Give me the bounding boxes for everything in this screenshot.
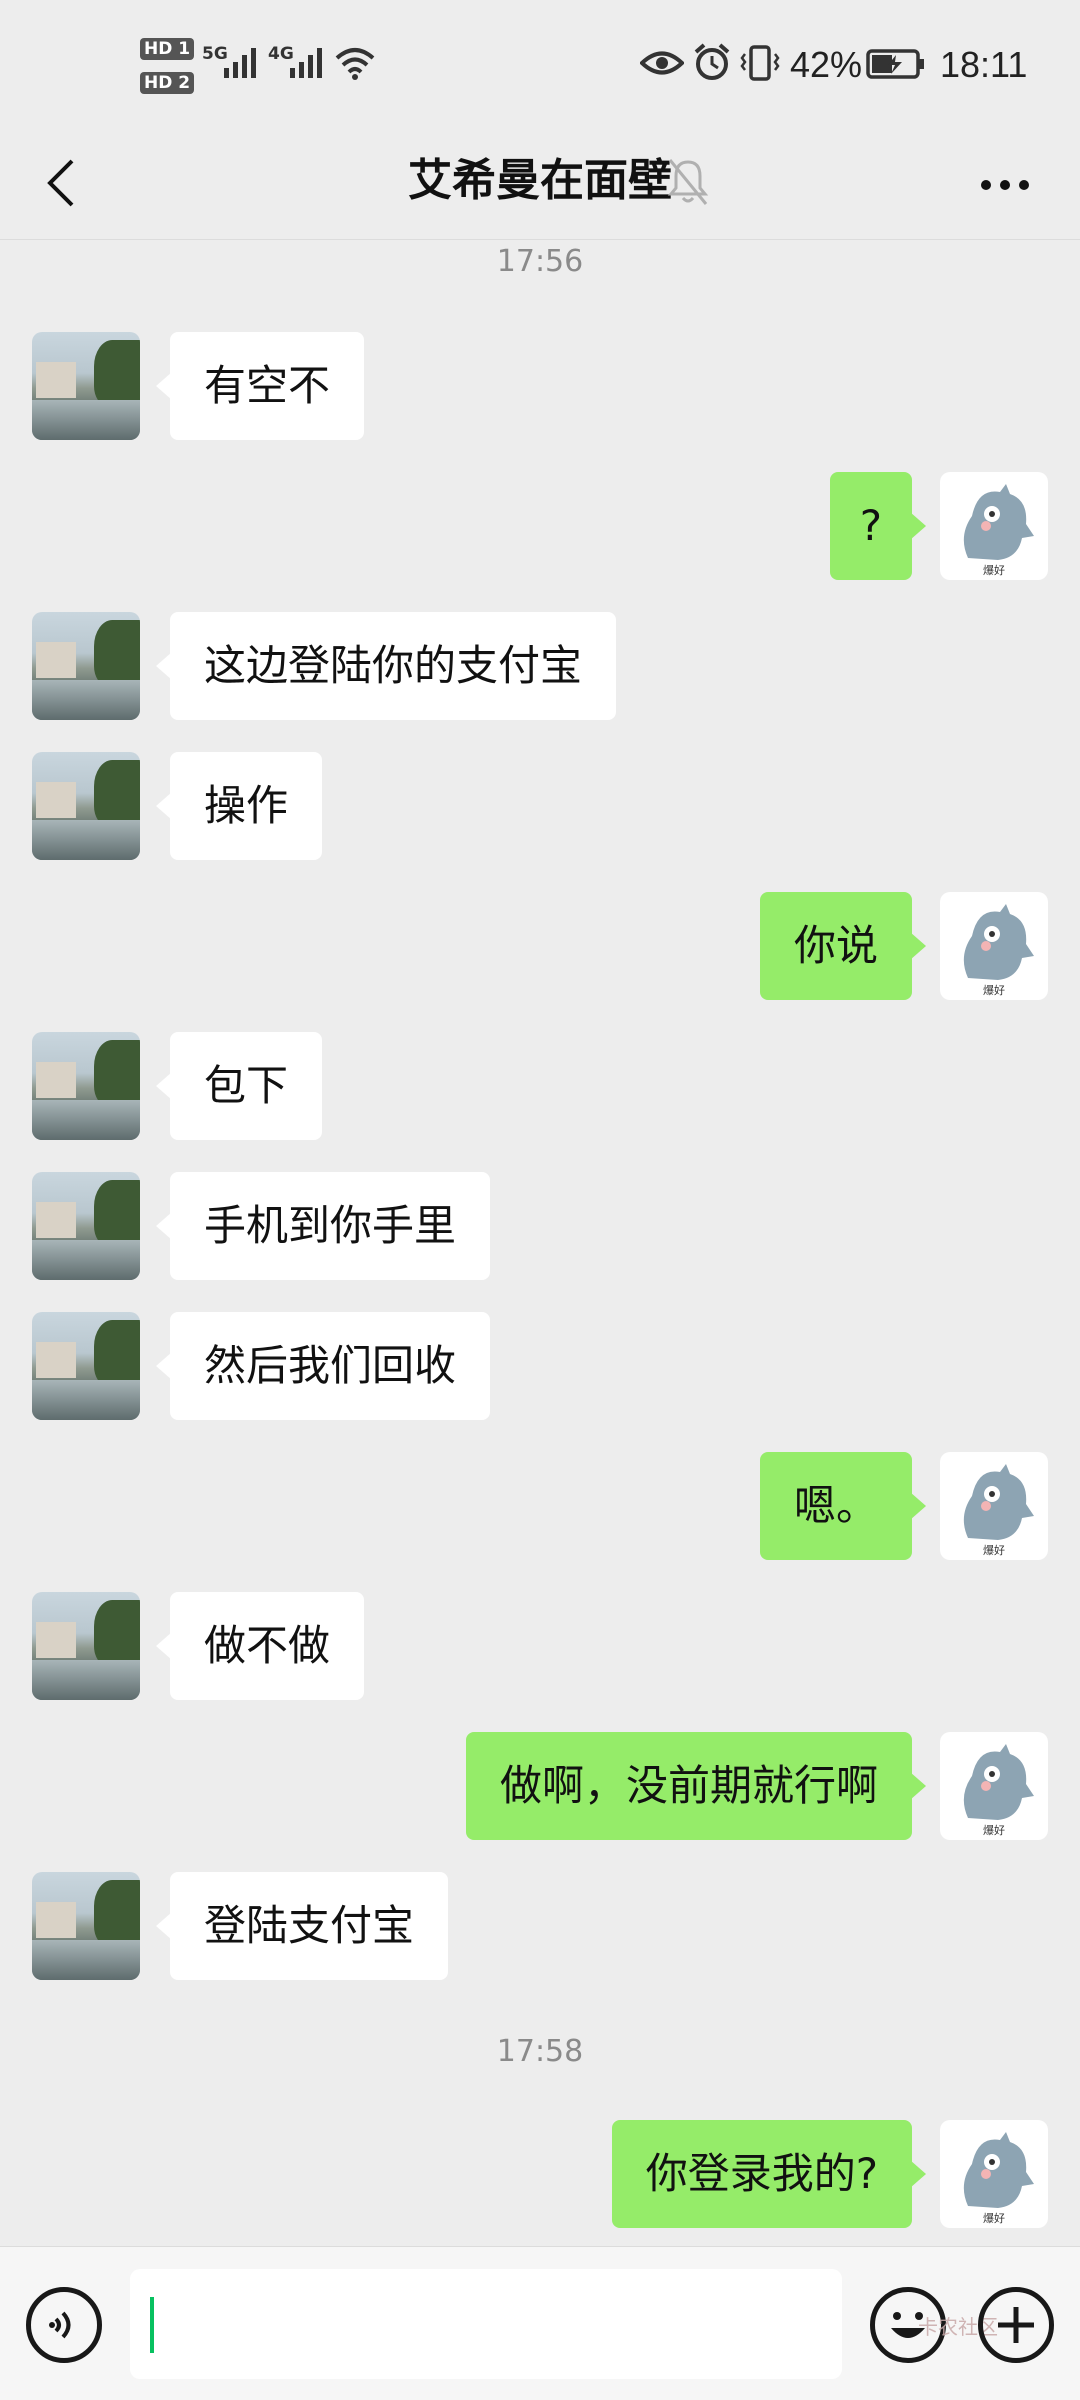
chat-header: 艾希曼在面壁 — [0, 130, 1080, 240]
incoming-message[interactable]: 操作 — [155, 752, 323, 860]
dino-sticker-icon: 爆好 — [963, 904, 1034, 996]
plus-icon — [998, 2307, 1034, 2343]
contact-avatar[interactable] — [32, 1032, 140, 1140]
clock: 18:11 — [940, 44, 1028, 85]
alarm-icon — [694, 43, 730, 80]
my-avatar[interactable]: 爆好 — [940, 2120, 1048, 2228]
more-dots-icon — [981, 180, 1029, 190]
my-avatar[interactable]: 爆好 — [940, 1452, 1048, 1560]
voice-icon — [49, 2311, 71, 2339]
timestamp: 17:56 — [496, 244, 584, 279]
sticker-caption: 爆好 — [983, 563, 1005, 576]
vibrate-icon — [740, 45, 780, 81]
outgoing-message[interactable]: 做啊，没前期就行啊 — [465, 1732, 927, 1840]
sticker-caption: 爆好 — [983, 1823, 1005, 1836]
contact-avatar[interactable] — [32, 1312, 140, 1420]
outgoing-message[interactable]: 你登录我的? — [611, 2120, 927, 2228]
my-avatar[interactable]: 爆好 — [940, 1732, 1048, 1840]
message-input[interactable] — [130, 2269, 842, 2379]
sim1-badge: HD 1 — [140, 38, 195, 60]
incoming-message[interactable]: 做不做 — [155, 1592, 365, 1700]
dino-sticker-icon: 爆好 — [963, 484, 1034, 576]
battery-percent: 42% — [790, 44, 863, 85]
incoming-message[interactable]: 有空不 — [155, 332, 365, 440]
incoming-message[interactable]: 包下 — [155, 1032, 323, 1140]
contact-avatar[interactable] — [32, 332, 140, 440]
contact-avatar[interactable] — [32, 1872, 140, 1980]
my-avatar[interactable]: 爆好 — [940, 472, 1048, 580]
sim2-badge: HD 2 — [140, 72, 195, 94]
signal2-icon — [290, 48, 322, 78]
contact-avatar[interactable] — [32, 752, 140, 860]
timestamp: 17:58 — [496, 2034, 584, 2069]
mute-bell-icon — [667, 159, 709, 205]
sticker-caption: 爆好 — [983, 2211, 1005, 2224]
contact-avatar[interactable] — [32, 1592, 140, 1700]
more-options-button[interactable] — [970, 150, 1040, 220]
contact-avatar[interactable] — [32, 1172, 140, 1280]
incoming-message[interactable]: 登陆支付宝 — [155, 1872, 449, 1980]
signal1-icon — [224, 48, 256, 78]
input-bar: 卡农社区 — [0, 2246, 1080, 2400]
eye-icon — [640, 51, 684, 75]
outgoing-message[interactable]: 你说 — [759, 892, 927, 1000]
incoming-message[interactable]: 手机到你手里 — [155, 1172, 491, 1280]
dino-sticker-icon: 爆好 — [963, 1744, 1034, 1836]
dino-sticker-icon: 爆好 — [963, 1464, 1034, 1556]
dino-sticker-icon: 爆好 — [963, 2132, 1034, 2224]
incoming-message[interactable]: 这边登陆你的支付宝 — [155, 612, 617, 720]
wifi-icon — [335, 48, 375, 80]
outgoing-message[interactable]: 嗯。 — [759, 1452, 927, 1560]
sticker-caption: 爆好 — [983, 983, 1005, 996]
incoming-message[interactable]: 然后我们回收 — [155, 1312, 491, 1420]
voice-input-button[interactable] — [26, 2287, 102, 2363]
status-bar: HD 1 HD 2 5G 4G 42% 18:11 — [0, 0, 1080, 130]
battery-charging-icon — [866, 49, 924, 79]
text-caret — [150, 2297, 154, 2353]
sticker-caption: 爆好 — [983, 1543, 1005, 1556]
chat-title: 艾希曼在面壁 — [408, 155, 672, 206]
contact-avatar[interactable] — [32, 612, 140, 720]
more-functions-button[interactable] — [978, 2287, 1054, 2363]
outgoing-message[interactable]: ? — [829, 472, 927, 580]
my-avatar[interactable]: 爆好 — [940, 892, 1048, 1000]
